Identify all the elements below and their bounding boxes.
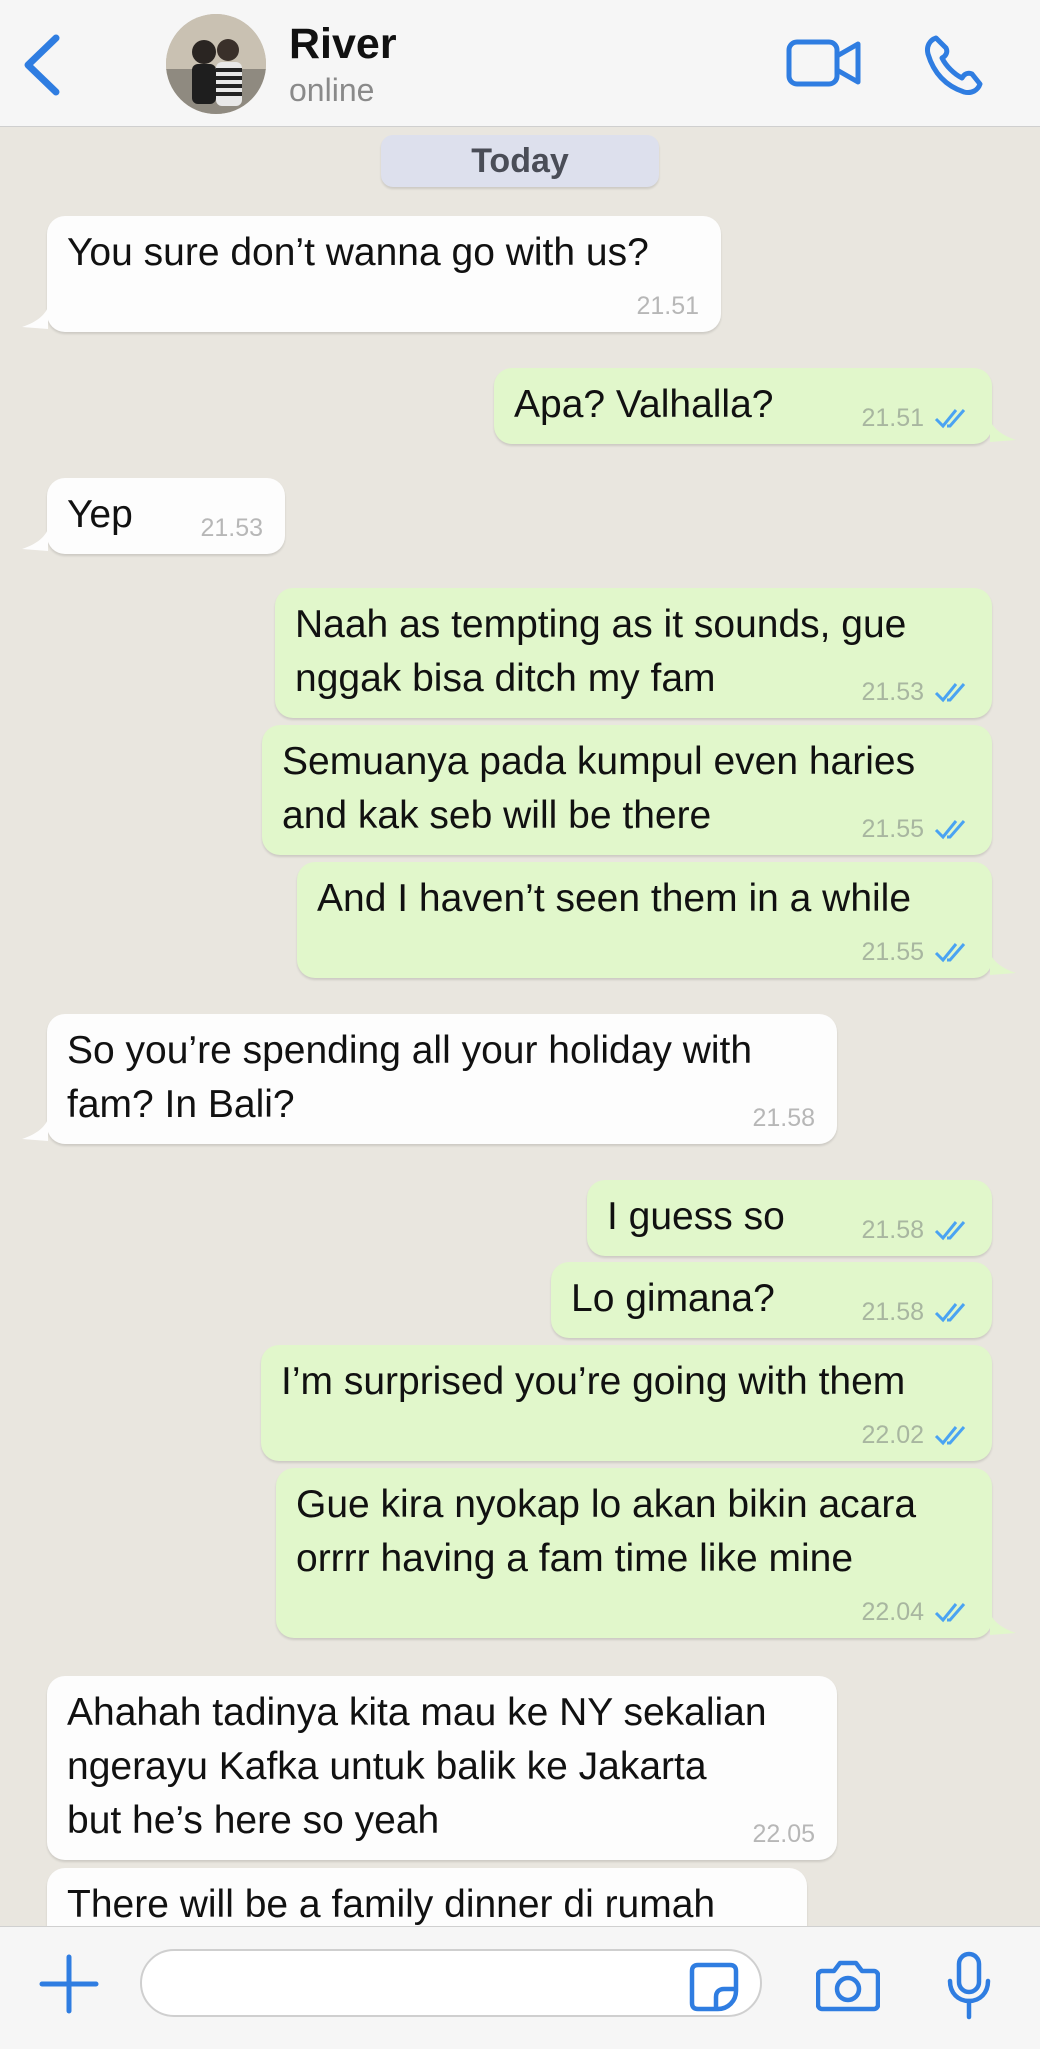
message-out[interactable]: I’m surprised you’re going with them 22.…	[261, 1345, 992, 1461]
chat-header: River online	[0, 0, 1040, 127]
message-time: 21.58	[861, 1216, 924, 1244]
message-text: There will be a family dinner di rumah	[67, 1883, 716, 1926]
message-out[interactable]: And I haven’t seen them in a while 21.55	[297, 862, 992, 978]
message-time: 22.04	[861, 1598, 924, 1626]
message-out[interactable]: Lo gimana? 21.58	[551, 1262, 992, 1338]
double-check-icon	[934, 943, 966, 963]
message-text: Ahahah tadinya kita mau ke NY sekalian n…	[67, 1691, 767, 1842]
message-input[interactable]	[140, 1949, 762, 2017]
message-text: Naah as tempting as it sounds, gue nggak…	[295, 603, 907, 700]
message-text: You sure don’t wanna go with us?	[67, 231, 649, 274]
message-time: 21.58	[752, 1104, 815, 1132]
double-check-icon	[934, 1603, 966, 1623]
bubble-tail	[22, 529, 48, 551]
message-text: So you’re spending all your holiday with…	[67, 1029, 753, 1126]
message-out[interactable]: Semuanya pada kumpul even haries and kak…	[262, 725, 992, 855]
avatar[interactable]	[166, 14, 266, 114]
message-list[interactable]: Today You sure don’t wanna go with us? 2…	[0, 127, 1040, 1927]
message-time: 21.53	[200, 514, 263, 542]
microphone-icon[interactable]	[944, 1951, 994, 2021]
double-check-icon	[934, 409, 966, 429]
bubble-tail	[990, 1613, 1016, 1635]
message-time: 22.05	[752, 1820, 815, 1848]
sticker-icon[interactable]	[688, 1961, 740, 2013]
date-separator: Today	[381, 135, 659, 187]
message-text: And I haven’t seen them in a while	[317, 877, 912, 920]
message-text: I guess so	[607, 1195, 785, 1238]
message-in[interactable]: You sure don’t wanna go with us? 21.51	[47, 216, 721, 332]
bubble-tail	[22, 1119, 48, 1141]
message-out[interactable]: Naah as tempting as it sounds, gue nggak…	[275, 588, 992, 718]
bubble-tail	[990, 420, 1016, 442]
message-time: 22.02	[861, 1421, 924, 1449]
plus-icon[interactable]	[38, 1953, 100, 2015]
phone-icon[interactable]	[922, 34, 986, 96]
camera-icon[interactable]	[816, 1957, 880, 2013]
message-text: Apa? Valhalla?	[514, 383, 774, 426]
double-check-icon	[934, 1221, 966, 1241]
message-text: Gue kira nyokap lo akan bikin acara orrr…	[296, 1483, 917, 1580]
message-out[interactable]: Gue kira nyokap lo akan bikin acara orrr…	[276, 1468, 992, 1638]
message-time: 21.53	[861, 678, 924, 706]
message-time: 21.55	[861, 938, 924, 966]
message-time: 21.58	[861, 1298, 924, 1326]
message-text: Semuanya pada kumpul even haries and kak…	[282, 740, 916, 837]
message-out[interactable]: Apa? Valhalla? 21.51	[494, 368, 992, 444]
message-in[interactable]: Yep 21.53	[47, 478, 285, 554]
bubble-tail	[990, 953, 1016, 975]
double-check-icon	[934, 1426, 966, 1446]
contact-name[interactable]: River	[289, 20, 397, 69]
bubble-tail	[22, 307, 48, 329]
message-composer	[0, 1926, 1040, 2049]
message-text: Lo gimana?	[571, 1277, 775, 1320]
double-check-icon	[934, 1303, 966, 1323]
message-in[interactable]: So you’re spending all your holiday with…	[47, 1014, 837, 1144]
message-text: I’m surprised you’re going with them	[281, 1360, 906, 1403]
message-time: 21.51	[636, 292, 699, 320]
chevron-left-icon[interactable]	[18, 30, 68, 100]
message-in[interactable]: There will be a family dinner di rumah	[47, 1868, 807, 1927]
message-time: 21.51	[861, 404, 924, 432]
double-check-icon	[934, 820, 966, 840]
double-check-icon	[934, 683, 966, 703]
message-text: Yep	[67, 493, 133, 536]
message-out[interactable]: I guess so 21.58	[587, 1180, 992, 1256]
message-time: 21.55	[861, 815, 924, 843]
contact-status: online	[289, 72, 375, 108]
video-camera-icon[interactable]	[786, 36, 862, 90]
message-in[interactable]: Ahahah tadinya kita mau ke NY sekalian n…	[47, 1676, 837, 1860]
